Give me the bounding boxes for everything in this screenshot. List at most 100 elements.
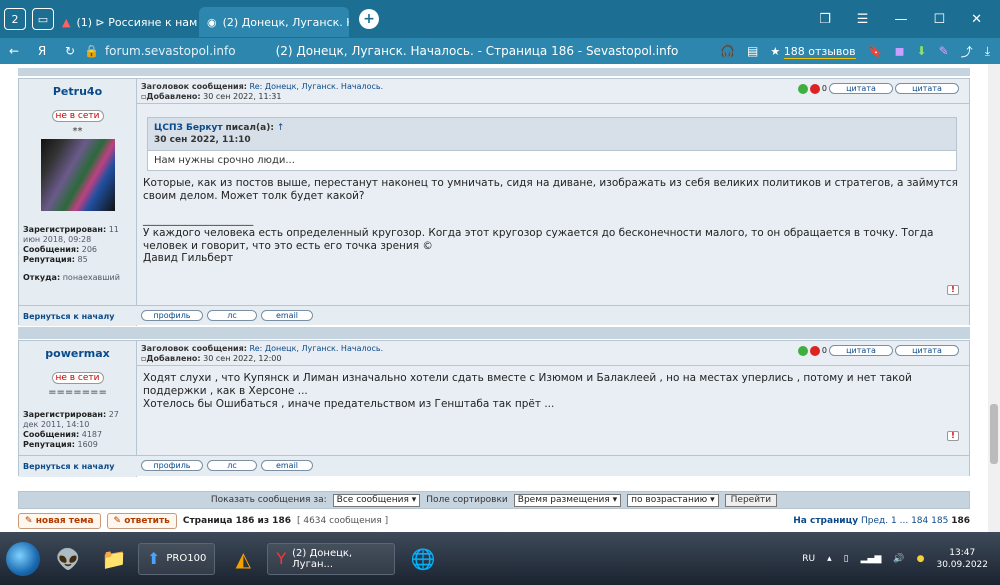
quote-label: цитата [912, 84, 942, 93]
yandex-browser-icon: Y [276, 549, 287, 568]
scroll-thumb[interactable] [990, 404, 998, 464]
phone-icon[interactable]: ▯ [844, 554, 849, 564]
sort-bar: Показать сообщения за: Все сообщения ▾ П… [18, 491, 970, 509]
report-icon[interactable]: ! [947, 285, 959, 295]
address-bar: ← Я ↻ 🔒 forum.sevastopol.info (2) Донецк… [0, 38, 1000, 64]
back-icon[interactable]: ← [0, 44, 28, 58]
email-button[interactable]: email [261, 310, 313, 321]
tab-title: (2) Донецк, Луганск. На [222, 15, 349, 29]
maximize-icon[interactable]: ☐ [933, 12, 945, 27]
subject-link[interactable]: Re: Донецк, Луганск. Началось. [250, 344, 384, 353]
sort-field-select[interactable]: Время размещения ▾ [513, 493, 622, 507]
signal-icon[interactable]: ▂▄▆ [861, 554, 882, 564]
tab-manager-icon[interactable]: ▭ [32, 8, 54, 30]
user-info: Зарегистрирован: 11 июн 2018, 09:28 Сооб… [19, 225, 136, 283]
quote-selection-button[interactable]: цитата [895, 345, 959, 356]
go-button[interactable]: Перейти [724, 493, 778, 507]
update-icon[interactable]: ● [917, 554, 925, 564]
globe-icon[interactable]: 🌐 [405, 541, 441, 577]
start-button[interactable] [6, 541, 40, 576]
language-indicator[interactable]: RU [802, 554, 815, 564]
reload-icon[interactable]: ↻ [56, 44, 84, 58]
back-to-top-link[interactable]: Вернуться к началу [23, 462, 114, 471]
minimize-icon[interactable]: — [894, 12, 907, 27]
quote-date: 30 сен 2022, 11:10 [154, 135, 251, 145]
tab-2[interactable]: ◉ (2) Донецк, Луганск. На ✕ [199, 7, 349, 37]
prev-link[interactable]: Пред. [861, 516, 888, 526]
back-to-top-link[interactable]: Вернуться к началу [23, 312, 114, 321]
tab-counter-button[interactable]: 2 [4, 8, 26, 30]
file-explorer-icon[interactable]: 📁 [96, 541, 132, 577]
taskbar-app-pro100[interactable]: ⬆ PRO100 [138, 542, 216, 575]
page-link-1[interactable]: 1 [891, 516, 897, 526]
page-ellipsis: ... [899, 516, 909, 526]
dislike-icon[interactable] [809, 83, 820, 94]
registered-label: Зарегистрирован: [23, 410, 107, 419]
subject-label: Заголовок сообщения: [141, 82, 247, 91]
tab-1[interactable]: ▲ (1) ⊳ Россияне к нам при [54, 7, 199, 37]
pagination: На страницу Пред. 1 ... 184 185 186 [793, 516, 970, 526]
headphones-icon[interactable]: 🎧 [720, 44, 735, 58]
user-info: Зарегистрирован: 27 дек 2011, 14:10 Сооб… [19, 410, 136, 450]
yandex-icon[interactable]: Я [28, 44, 56, 58]
author-name[interactable]: Petru4o [19, 85, 136, 98]
download-manager-icon[interactable]: ⤓ [985, 44, 990, 59]
volume-icon[interactable]: 🔊 [893, 554, 904, 564]
quote-author[interactable]: ЦСПЗ Беркут [154, 123, 223, 133]
quote-header: ЦСПЗ Беркут писал(а): ↑ 30 сен 2022, 11:… [148, 118, 956, 150]
rep-value: 1609 [77, 440, 98, 449]
contact-buttons: профиль лс email [141, 310, 313, 321]
quote-label: цитата [846, 346, 876, 355]
pen-icon[interactable]: ✎ [939, 44, 949, 58]
reply-label: ответить [124, 516, 170, 526]
alien-app-icon[interactable]: 👽 [50, 541, 86, 577]
post-text: Ходят слухи , что Купянск и Лиман изнача… [143, 372, 912, 397]
menu-icon[interactable]: ☰ [857, 12, 869, 27]
pm-button[interactable]: лс [207, 460, 257, 471]
share-icon[interactable]: ⤴ [961, 43, 973, 60]
post-footer: Вернуться к началу профиль лс email [19, 305, 969, 325]
quote-button[interactable]: цитата [829, 83, 893, 94]
new-tab-button[interactable]: + [359, 9, 379, 29]
report-icon[interactable]: ! [947, 431, 959, 441]
quote-selection-button[interactable]: цитата [895, 83, 959, 94]
quote-jump-icon[interactable]: ↑ [277, 123, 285, 133]
page-link-184[interactable]: 184 [911, 516, 928, 526]
clock[interactable]: 13:47 30.09.2022 [936, 547, 988, 571]
bookmark-icon[interactable]: 🔖 [868, 44, 883, 58]
like-icon[interactable] [797, 345, 808, 356]
dislike-icon[interactable] [809, 345, 820, 356]
reader-icon[interactable]: ▤ [747, 44, 758, 58]
collections-icon[interactable]: ❐ [819, 12, 831, 27]
taskbar-app-browser[interactable]: Y (2) Донецк, Луган... [267, 542, 396, 575]
sort-order-select[interactable]: по возрастанию ▾ [627, 493, 719, 507]
url-field[interactable]: forum.sevastopol.info [105, 44, 236, 58]
email-label: email [275, 311, 299, 320]
quote-button[interactable]: цитата [829, 345, 893, 356]
reviews-badge[interactable]: ★ 188 отзывов [770, 44, 856, 59]
lock-icon: 🔒 [84, 44, 99, 58]
pm-button[interactable]: лс [207, 310, 257, 321]
page-link-185[interactable]: 185 [931, 516, 948, 526]
download-icon[interactable]: ⬇ [917, 44, 927, 58]
page-scrollbar[interactable] [988, 64, 1000, 532]
close-window-icon[interactable]: ✕ [971, 12, 982, 27]
reply-button[interactable]: ✎ ответить [106, 513, 177, 529]
profile-button[interactable]: профиль [141, 310, 203, 321]
rep-value: 85 [77, 255, 88, 264]
extension-icon[interactable]: ◼ [895, 44, 905, 58]
profile-button[interactable]: профиль [141, 460, 203, 471]
app-icon[interactable]: ◭ [225, 541, 261, 577]
email-button[interactable]: email [261, 460, 313, 471]
post-content: Заголовок сообщения: Re: Донецк, Луганск… [137, 79, 969, 326]
tray-expand-icon[interactable]: ▴ [827, 554, 832, 564]
windows-taskbar: 👽 📁 ⬆ PRO100 ◭ Y (2) Донецк, Луган... 🌐 RU… [0, 532, 1000, 585]
show-select[interactable]: Все сообщения ▾ [332, 493, 421, 507]
subject-link[interactable]: Re: Донецк, Луганск. Началось. [250, 82, 384, 91]
page-title: (2) Донецк, Луганск. Началось. - Страниц… [275, 44, 679, 58]
like-icon[interactable] [797, 83, 808, 94]
new-topic-button[interactable]: ✎ новая тема [18, 513, 101, 529]
user-rank: ======= [48, 387, 107, 398]
added-label: Добавлено: [146, 354, 201, 363]
author-name[interactable]: powermax [19, 347, 136, 360]
